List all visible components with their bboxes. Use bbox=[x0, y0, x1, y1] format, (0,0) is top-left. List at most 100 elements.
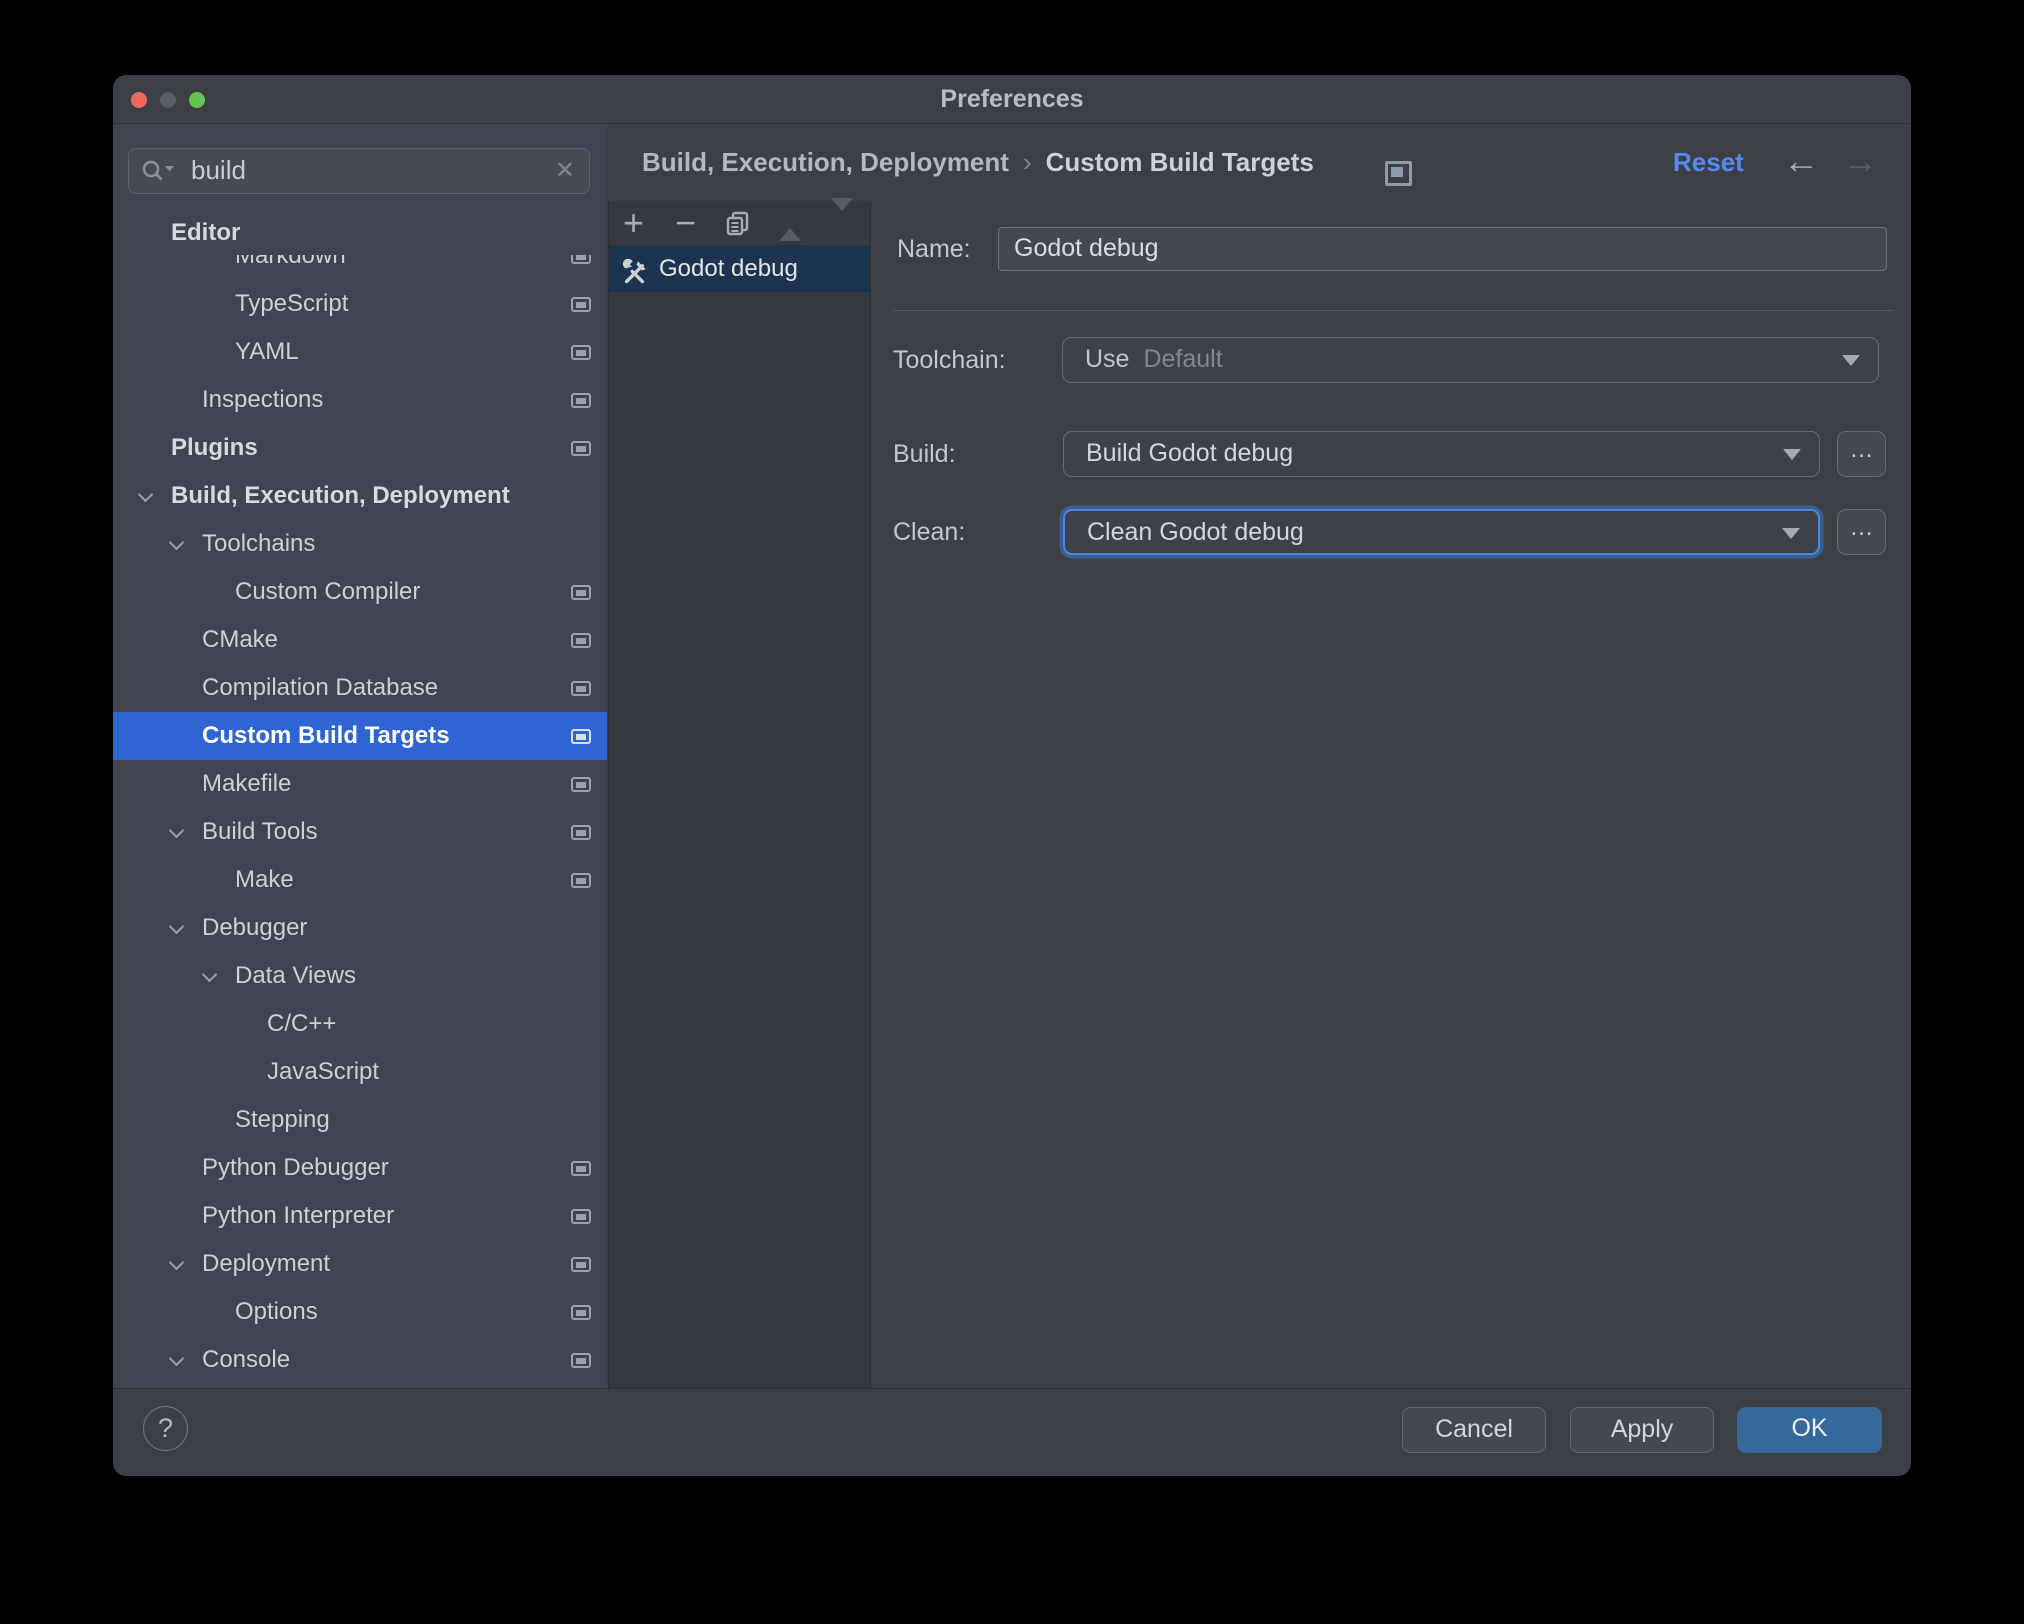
window-icon bbox=[571, 729, 591, 744]
sidebar-tree-item[interactable]: CMake bbox=[113, 616, 607, 664]
sidebar-tree-item[interactable]: Toolchains bbox=[113, 520, 607, 568]
reset-link[interactable]: Reset bbox=[1673, 125, 1744, 200]
sidebar-tree-item[interactable]: Stepping bbox=[113, 1096, 607, 1144]
build-select[interactable]: Build Godot debug bbox=[1063, 431, 1820, 477]
clean-select[interactable]: Clean Godot debug bbox=[1063, 509, 1820, 555]
build-more-button[interactable]: … bbox=[1837, 431, 1886, 477]
chevron-down-icon[interactable] bbox=[168, 1350, 185, 1367]
apply-button[interactable]: Apply bbox=[1570, 1407, 1714, 1453]
breadcrumb-separator: › bbox=[1022, 147, 1032, 177]
sidebar-tree-item[interactable]: Build, Execution, Deployment bbox=[113, 472, 607, 520]
search-icon[interactable] bbox=[141, 158, 177, 191]
tree-item-label: YAML bbox=[235, 338, 299, 365]
sidebar-tree-item[interactable]: Editor bbox=[113, 211, 607, 255]
move-up-icon[interactable] bbox=[777, 210, 802, 241]
list-item-godot-debug[interactable]: Godot debug bbox=[609, 245, 870, 292]
clean-more-button[interactable]: … bbox=[1837, 509, 1886, 555]
window-icon bbox=[571, 825, 591, 840]
sidebar-tree-item[interactable]: Debugger bbox=[113, 904, 607, 952]
cancel-button[interactable]: Cancel bbox=[1402, 1407, 1546, 1453]
target-name: Godot debug bbox=[659, 255, 798, 282]
chevron-down-icon bbox=[1783, 449, 1801, 460]
sidebar-tree-item[interactable]: Makefile bbox=[113, 760, 607, 808]
sidebar-tree-item[interactable]: C/C++ bbox=[113, 1000, 607, 1048]
sidebar-tree-item[interactable]: Plugins bbox=[113, 424, 607, 472]
clean-value: Clean Godot debug bbox=[1087, 518, 1304, 546]
sidebar-tree-item[interactable]: Inspections bbox=[113, 376, 607, 424]
settings-sidebar: build ✕ Editor Markdown TypeScript YAML … bbox=[113, 125, 607, 1388]
tree-item-label: Deployment bbox=[202, 1250, 331, 1277]
toolchain-label: Toolchain: bbox=[893, 346, 1006, 374]
window-icon bbox=[571, 1257, 591, 1272]
tree-item-label: Python Debugger bbox=[202, 1154, 389, 1181]
window-icon bbox=[571, 297, 591, 312]
tree-item-label: Debugger bbox=[202, 914, 308, 941]
forward-arrow-icon[interactable]: → bbox=[1838, 125, 1882, 200]
tree-item-label: Toolchains bbox=[202, 530, 316, 557]
chevron-down-icon[interactable] bbox=[168, 534, 185, 551]
window-icon bbox=[571, 633, 591, 648]
build-value: Build Godot debug bbox=[1086, 439, 1294, 467]
chevron-down-icon[interactable] bbox=[201, 966, 218, 983]
move-down-icon[interactable] bbox=[829, 197, 854, 236]
divider bbox=[893, 310, 1894, 311]
tree-item-label: JavaScript bbox=[267, 1058, 380, 1085]
tree-item-label: Custom Compiler bbox=[235, 578, 421, 605]
breadcrumb-current: Custom Build Targets bbox=[1045, 147, 1314, 177]
breadcrumb: Build, Execution, Deployment › Custom Buil… bbox=[642, 125, 1314, 200]
tree-item-label: Custom Build Targets bbox=[202, 722, 450, 749]
ok-button[interactable]: OK bbox=[1737, 1407, 1882, 1453]
toolchain-use-text: Use bbox=[1085, 345, 1130, 373]
window-icon bbox=[571, 393, 591, 408]
name-field[interactable]: Godot debug bbox=[998, 227, 1887, 271]
sidebar-tree-item[interactable]: Custom Build Targets bbox=[113, 712, 607, 760]
window-icon bbox=[571, 441, 591, 456]
tree-item-label: Data Views bbox=[235, 962, 356, 989]
sidebar-tree-item[interactable]: TypeScript bbox=[113, 280, 607, 328]
sidebar-tree-item[interactable]: Make bbox=[113, 856, 607, 904]
clear-search-icon[interactable]: ✕ bbox=[555, 149, 575, 192]
sidebar-tree-item[interactable]: Deployment bbox=[113, 1240, 607, 1288]
breadcrumb-parent[interactable]: Build, Execution, Deployment bbox=[642, 147, 1009, 177]
remove-icon[interactable]: − bbox=[673, 204, 698, 240]
sidebar-tree-item[interactable]: Build Tools bbox=[113, 808, 607, 856]
window-icon bbox=[571, 1209, 591, 1224]
build-tools-icon bbox=[621, 255, 648, 302]
window-icon bbox=[571, 777, 591, 792]
window-icon bbox=[571, 585, 591, 600]
sidebar-tree-item[interactable]: Python Debugger bbox=[113, 1144, 607, 1192]
sidebar-tree-item[interactable]: Custom Compiler bbox=[113, 568, 607, 616]
tree-item-label: Python Interpreter bbox=[202, 1202, 395, 1229]
targets-toolbar: + − bbox=[609, 197, 870, 245]
chevron-down-icon[interactable] bbox=[168, 822, 185, 839]
tree-item-label: CMake bbox=[202, 626, 279, 653]
sidebar-tree-item[interactable]: JavaScript bbox=[113, 1048, 607, 1096]
window-icon bbox=[1385, 161, 1412, 186]
back-arrow-icon[interactable]: ← bbox=[1779, 125, 1823, 200]
copy-icon[interactable] bbox=[725, 211, 750, 236]
tree-item-label: Compilation Database bbox=[202, 674, 439, 701]
window-icon bbox=[571, 681, 591, 696]
tree-item-label: Build Tools bbox=[202, 818, 318, 845]
tree-item-label: Console bbox=[202, 1346, 291, 1373]
tree-item-label: Make bbox=[235, 866, 294, 893]
tree-item-label: Makefile bbox=[202, 770, 292, 797]
help-button[interactable]: ? bbox=[143, 1406, 188, 1451]
build-label: Build: bbox=[893, 440, 956, 468]
sidebar-tree-item[interactable]: Console bbox=[113, 1336, 607, 1384]
sidebar-tree-item[interactable]: YAML bbox=[113, 328, 607, 376]
search-value: build bbox=[191, 155, 246, 185]
toolchain-select[interactable]: Use Default bbox=[1062, 337, 1879, 383]
sidebar-tree-item[interactable]: Options bbox=[113, 1288, 607, 1336]
chevron-down-icon[interactable] bbox=[137, 486, 154, 503]
sidebar-tree-item[interactable]: Compilation Database bbox=[113, 664, 607, 712]
chevron-down-icon bbox=[1842, 355, 1860, 366]
chevron-down-icon[interactable] bbox=[168, 918, 185, 935]
add-icon[interactable]: + bbox=[621, 204, 646, 240]
search-input[interactable]: build ✕ bbox=[128, 148, 590, 194]
chevron-down-icon[interactable] bbox=[168, 1254, 185, 1271]
window-title: Preferences bbox=[940, 85, 1084, 113]
window-icon bbox=[571, 873, 591, 888]
sidebar-tree-item[interactable]: Python Interpreter bbox=[113, 1192, 607, 1240]
sidebar-tree-item[interactable]: Data Views bbox=[113, 952, 607, 1000]
